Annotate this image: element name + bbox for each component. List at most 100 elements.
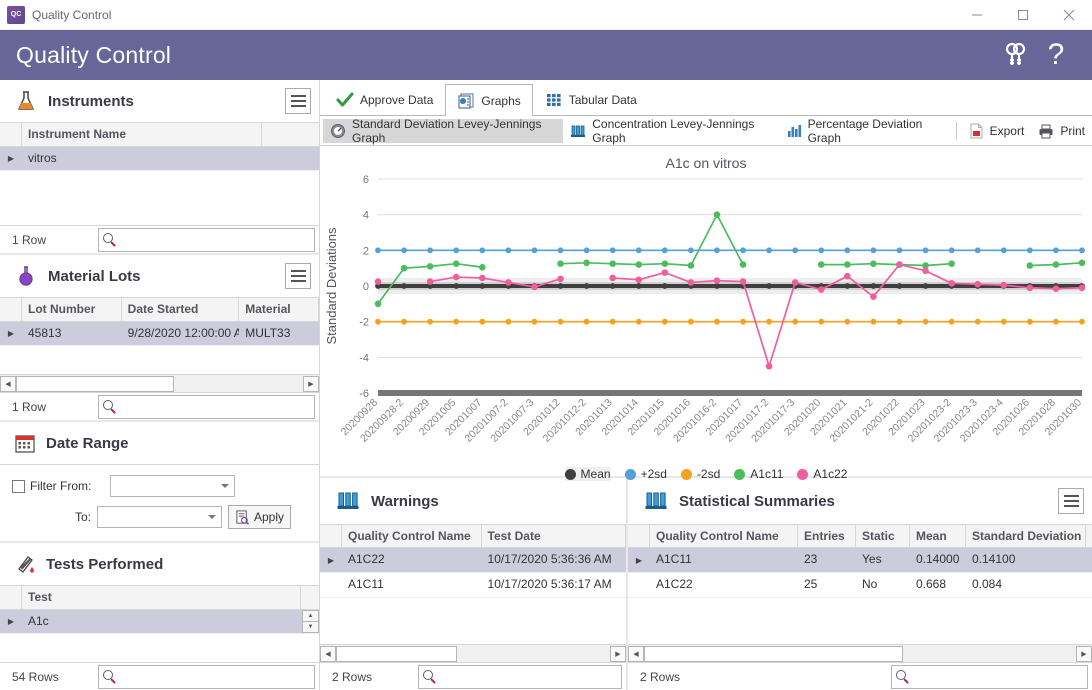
row-selector-arrow: ▶ [628, 548, 650, 572]
tests-vscrollbar[interactable]: ▲ ▼ [302, 610, 319, 633]
scroll-left-button[interactable]: ◀ [0, 376, 16, 392]
scroll-track[interactable] [16, 376, 303, 392]
column-header-static[interactable]: Static [856, 525, 910, 547]
legend-item-mean[interactable]: Mean [565, 467, 611, 481]
statistical-summaries-menu-button[interactable] [1058, 488, 1084, 514]
material-lots-hscrollbar[interactable]: ◀ ▶ [0, 374, 319, 392]
cell-qc-name: A1C22 [650, 573, 798, 597]
search-input[interactable] [117, 399, 314, 415]
row-indicator-col [320, 525, 342, 547]
column-header-mean[interactable]: Mean [910, 525, 966, 547]
table-row[interactable]: ▶ A1C11 23 Yes 0.14000 0.14100 [628, 548, 1092, 573]
scroll-track[interactable] [336, 646, 610, 662]
table-row[interactable]: A1C22 25 No 0.668 0.084 [628, 573, 1092, 598]
instruments-footer: 1 Row [0, 225, 319, 253]
toolbar-concentration-graph[interactable]: Concentration Levey-Jennings Graph [563, 119, 778, 143]
minimize-button[interactable] [954, 0, 1000, 30]
help-icon[interactable]: ? [1036, 35, 1076, 75]
material-lots-menu-button[interactable] [285, 263, 311, 289]
filter-from-input[interactable] [110, 475, 235, 497]
scroll-left-button[interactable]: ◀ [320, 646, 336, 662]
legend-item--2sd[interactable]: -2sd [681, 467, 720, 481]
column-header-material[interactable]: Material [239, 298, 319, 321]
table-row[interactable]: ▶ A1c ▲ ▼ [0, 610, 319, 634]
table-row[interactable]: ▶ A1C22 10/17/2020 5:36:36 AM [320, 548, 626, 573]
filter-from-checkbox[interactable] [12, 480, 25, 493]
toolbar-export-button[interactable]: Export [962, 119, 1032, 143]
column-header-test[interactable]: Test [22, 586, 301, 609]
stats-footer: 2 Rows [628, 662, 1092, 690]
search-input[interactable] [117, 669, 314, 685]
instruments-grid: Instrument Name ▶ vitros [0, 122, 319, 225]
toolbar-label: Print [1060, 124, 1085, 138]
scroll-down-button[interactable]: ▼ [302, 622, 319, 633]
tubes-icon [570, 123, 586, 139]
scroll-right-button[interactable]: ▶ [303, 376, 319, 392]
warnings-grid-empty [320, 598, 626, 644]
column-header-standard-deviation[interactable]: Standard Deviation [966, 525, 1086, 547]
tab-graphs[interactable]: Graphs [445, 84, 532, 116]
svg-text:0: 0 [363, 281, 369, 293]
search-input[interactable] [117, 232, 314, 248]
row-selector-arrow: ▶ [0, 322, 22, 345]
scroll-thumb[interactable] [16, 376, 174, 392]
toolbar-standard-deviation-graph[interactable]: Standard Deviation Levey-Jennings Graph [323, 119, 563, 143]
toolbar-print-button[interactable]: Print [1031, 119, 1092, 143]
filter-to-input[interactable] [97, 506, 222, 528]
legend-item-a1c11[interactable]: A1c11 [734, 467, 783, 481]
warnings-search[interactable] [418, 665, 622, 689]
column-header-instrument-name[interactable]: Instrument Name [22, 123, 262, 146]
toolbar-percentage-deviation-graph[interactable]: Percentage Deviation Graph [779, 119, 951, 143]
chart-plot-area[interactable]: 6420-2-4-6Standard Deviations20200928202… [320, 171, 1092, 471]
stats-hscrollbar[interactable]: ◀ ▶ [628, 644, 1092, 662]
toolbar-label: Export [990, 124, 1025, 138]
table-row[interactable]: A1C11 10/17/2020 5:36:17 AM [320, 573, 626, 598]
tab-tabular-data[interactable]: Tabular Data [533, 83, 649, 115]
stats-search[interactable] [891, 665, 1088, 689]
cell-material: MULT33 [239, 322, 319, 345]
tests-row-count: 54 Rows [4, 670, 98, 684]
tests-grid-header: Test [0, 586, 319, 610]
apply-button[interactable]: Apply [228, 505, 291, 529]
table-row[interactable]: ▶ vitros [0, 147, 319, 171]
material-lots-search[interactable] [98, 395, 315, 419]
instruments-menu-button[interactable] [285, 88, 311, 114]
instruments-search[interactable] [98, 228, 315, 252]
column-header-quality-control-name[interactable]: Quality Control Name [650, 525, 798, 547]
scroll-thumb[interactable] [336, 646, 457, 662]
column-header-test-date[interactable]: Test Date [482, 525, 626, 547]
app-icon [7, 6, 25, 24]
close-button[interactable] [1046, 0, 1092, 30]
search-icon [103, 400, 117, 414]
row-indicator-col [0, 123, 22, 146]
printer-icon [1038, 123, 1054, 139]
search-icon [896, 670, 910, 684]
scroll-right-button[interactable]: ▶ [1076, 646, 1092, 662]
tests-search[interactable] [98, 665, 315, 689]
row-selector-arrow [628, 573, 650, 597]
search-input[interactable] [437, 669, 621, 685]
statistical-summaries-title: Statistical Summaries [679, 493, 1058, 510]
column-header-date-started[interactable]: Date Started [122, 298, 240, 321]
column-header-entries[interactable]: Entries [798, 525, 856, 547]
keys-icon[interactable] [996, 35, 1036, 75]
material-lots-row-count: 1 Row [4, 400, 98, 414]
scroll-left-button[interactable]: ◀ [628, 646, 644, 662]
column-header-lot-number[interactable]: Lot Number [22, 298, 122, 321]
scroll-thumb[interactable] [644, 646, 903, 662]
row-selector-arrow: ▶ [320, 548, 342, 572]
window-titlebar: Quality Control [0, 0, 1092, 30]
legend-item-a1c22[interactable]: A1c22 [797, 467, 847, 481]
scroll-right-button[interactable]: ▶ [610, 646, 626, 662]
scroll-track[interactable] [644, 646, 1076, 662]
window-title: Quality Control [32, 8, 954, 22]
legend-item-plus2sd[interactable]: +2sd [625, 467, 667, 481]
filter-from-label: Filter From: [30, 479, 110, 493]
maximize-button[interactable] [1000, 0, 1046, 30]
search-input[interactable] [910, 669, 1087, 685]
table-row[interactable]: ▶ 45813 9/28/2020 12:00:00 AM MULT33 [0, 322, 319, 346]
tab-approve-data[interactable]: Approve Data [324, 83, 445, 115]
scroll-up-button[interactable]: ▲ [302, 610, 319, 622]
column-header-quality-control-name[interactable]: Quality Control Name [342, 525, 482, 547]
warnings-hscrollbar[interactable]: ◀ ▶ [320, 644, 626, 662]
